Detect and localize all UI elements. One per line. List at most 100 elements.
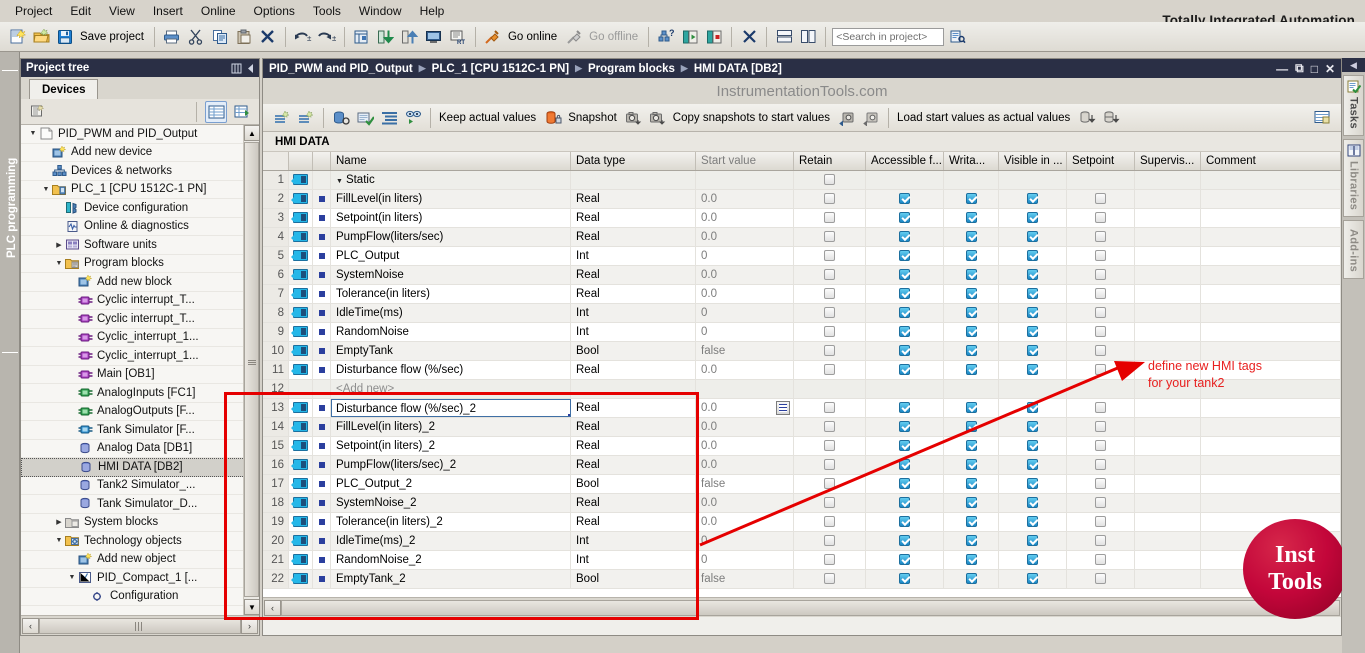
visible-checkbox[interactable]	[1027, 402, 1038, 414]
retain-checkbox[interactable]	[824, 497, 835, 509]
menu-item-online[interactable]: Online	[192, 2, 245, 20]
minimize-button[interactable]: —	[1276, 62, 1288, 76]
stop-cpu-icon[interactable]	[703, 26, 725, 48]
header-retain[interactable]: Retain	[794, 152, 866, 170]
visible-checkbox[interactable]	[1027, 345, 1038, 357]
table-row[interactable]: 19 Tolerance(in liters)_2 Real 0.0	[263, 513, 1341, 532]
tree-twisty[interactable]: ▼	[40, 186, 52, 193]
cell-retain[interactable]	[794, 228, 866, 246]
cell-start-value[interactable]: 0.0	[696, 266, 794, 284]
cell-retain[interactable]	[794, 551, 866, 569]
writable-checkbox[interactable]	[965, 269, 977, 281]
cell-start-value[interactable]	[696, 171, 794, 189]
breadcrumb-item-program-blocks[interactable]: Program blocks	[588, 63, 675, 75]
cell-writable[interactable]	[944, 228, 999, 246]
cell-data-type[interactable]: Int	[571, 551, 696, 569]
cell-start-value[interactable]: 0	[696, 551, 794, 569]
retain-checkbox[interactable]	[824, 459, 835, 471]
setpoint-checkbox[interactable]	[1095, 231, 1106, 243]
task-card-libraries-label[interactable]: Libraries	[1348, 161, 1360, 210]
cell-setpoint[interactable]	[1067, 247, 1135, 265]
visible-checkbox[interactable]	[1027, 326, 1038, 338]
cell-accessible[interactable]	[866, 437, 944, 455]
tree-scroll-thumb[interactable]	[244, 142, 259, 597]
cell-retain[interactable]	[794, 418, 866, 436]
tree-item-software-units[interactable]: ▶ Software units	[21, 236, 259, 255]
split-vertical-icon[interactable]	[797, 26, 819, 48]
cell-name[interactable]: Setpoint(in liters)	[331, 209, 571, 227]
cell-data-type[interactable]: Real	[571, 437, 696, 455]
cell-accessible[interactable]	[866, 380, 944, 398]
cell-setpoint[interactable]	[1067, 418, 1135, 436]
setpoint-checkbox[interactable]	[1095, 307, 1106, 319]
tree-item-cyclic-interrupt-t[interactable]: Cyclic interrupt_T...	[21, 292, 259, 310]
visible-checkbox[interactable]	[1027, 193, 1038, 205]
cell-setpoint[interactable]	[1067, 570, 1135, 588]
cell-start-value[interactable]: 0	[696, 323, 794, 341]
cell-visible[interactable]	[999, 399, 1067, 417]
table-row[interactable]: 20 IdleTime(ms)_2 Int 0	[263, 532, 1341, 551]
cell-name[interactable]: FillLevel(in liters)	[331, 190, 571, 208]
cell-visible[interactable]	[999, 361, 1067, 379]
delete-icon[interactable]	[257, 26, 279, 48]
visible-checkbox[interactable]	[1027, 535, 1038, 547]
retain-checkbox[interactable]	[824, 231, 835, 243]
save-project-label[interactable]: Save project	[78, 31, 148, 43]
cell-accessible[interactable]	[866, 190, 944, 208]
cell-visible[interactable]	[999, 532, 1067, 550]
cell-writable[interactable]	[944, 437, 999, 455]
cell-comment[interactable]	[1201, 475, 1341, 493]
cell-visible[interactable]	[999, 551, 1067, 569]
table-row[interactable]: 15 Setpoint(in liters)_2 Real 0.0	[263, 437, 1341, 456]
copy-snapshot-all-icon[interactable]	[860, 107, 882, 129]
cell-setpoint[interactable]	[1067, 456, 1135, 474]
setpoint-checkbox[interactable]	[1095, 212, 1106, 224]
menu-item-edit[interactable]: Edit	[61, 2, 100, 20]
writable-checkbox[interactable]	[965, 193, 977, 205]
keep-actual-values-button[interactable]: Keep actual values	[437, 112, 540, 124]
cell-data-type[interactable]: Bool	[571, 570, 696, 588]
tree-item-configuration[interactable]: Configuration	[21, 588, 259, 606]
maximize-button[interactable]: □	[1311, 62, 1318, 76]
table-row[interactable]: 16 PumpFlow(liters/sec)_2 Real 0.0	[263, 456, 1341, 475]
cell-setpoint[interactable]	[1067, 171, 1135, 189]
snapshot-db-icon[interactable]	[542, 107, 564, 129]
accessible-checkbox[interactable]	[899, 402, 910, 414]
retain-checkbox[interactable]	[824, 535, 835, 547]
cell-comment[interactable]	[1201, 190, 1341, 208]
cell-setpoint[interactable]	[1067, 494, 1135, 512]
cell-accessible[interactable]	[866, 285, 944, 303]
writable-checkbox[interactable]	[965, 535, 977, 547]
table-row[interactable]: 22 EmptyTank_2 Bool false	[263, 570, 1341, 589]
cell-visible[interactable]	[999, 228, 1067, 246]
accessible-checkbox[interactable]	[899, 269, 910, 281]
header-name[interactable]: Name	[331, 152, 571, 170]
cell-name[interactable]: EmptyTank	[331, 342, 571, 360]
writable-checkbox[interactable]	[965, 231, 977, 243]
cell-setpoint[interactable]	[1067, 266, 1135, 284]
retain-checkbox[interactable]	[824, 326, 835, 338]
accessible-checkbox[interactable]	[899, 326, 910, 338]
accessible-checkbox[interactable]	[899, 516, 910, 528]
cell-name[interactable]: PumpFlow(liters/sec)	[331, 228, 571, 246]
writable-checkbox[interactable]	[965, 326, 977, 338]
tree-item-cyclic-interrupt-1[interactable]: Cyclic_interrupt_1...	[21, 329, 259, 347]
cell-start-value[interactable]: false	[696, 475, 794, 493]
cell-comment[interactable]	[1201, 228, 1341, 246]
cell-data-type[interactable]	[571, 171, 696, 189]
cell-start-value[interactable]: 0.0	[696, 190, 794, 208]
cell-data-type[interactable]: Int	[571, 323, 696, 341]
accessible-checkbox[interactable]	[899, 307, 910, 319]
load-all-icon[interactable]	[1100, 107, 1122, 129]
cell-start-value[interactable]: 0	[696, 304, 794, 322]
accessible-checkbox[interactable]	[899, 554, 910, 566]
accessible-checkbox[interactable]	[899, 345, 910, 357]
cell-accessible[interactable]	[866, 532, 944, 550]
tree-vertical-scrollbar[interactable]: ▲ ▼	[243, 125, 259, 615]
visible-checkbox[interactable]	[1027, 516, 1038, 528]
cell-visible[interactable]	[999, 285, 1067, 303]
apply-changes-icon[interactable]	[354, 107, 376, 129]
cell-accessible[interactable]	[866, 494, 944, 512]
cell-start-value[interactable]: 0.0	[696, 361, 794, 379]
tree-filter-icon[interactable]	[27, 101, 49, 123]
